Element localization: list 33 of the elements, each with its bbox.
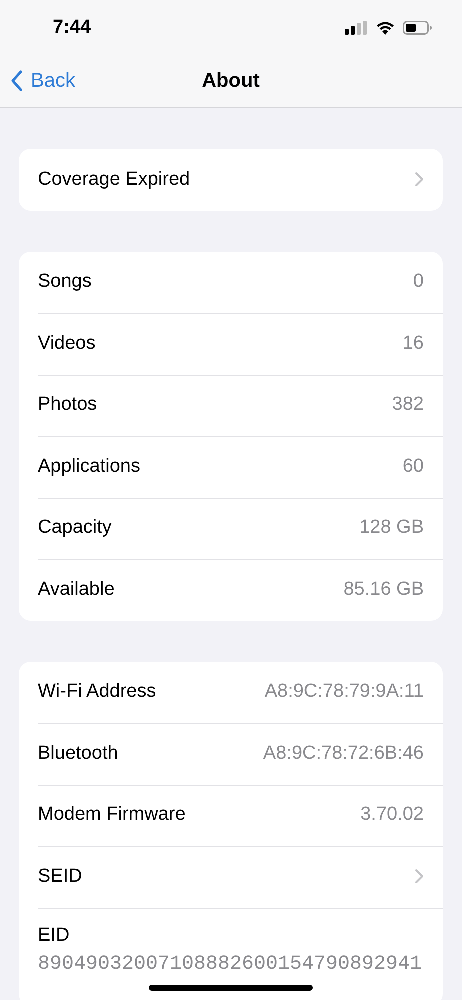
row-value: 89049032007108882600154790892941 (38, 952, 422, 976)
back-button[interactable]: Back (11, 70, 76, 92)
row-label: Modem Firmware (38, 804, 186, 826)
row-label: Coverage Expired (38, 168, 190, 191)
row-value: 382 (392, 394, 424, 416)
row-label: Available (38, 578, 115, 601)
row-label: Capacity (38, 517, 112, 540)
row-label: EID (38, 924, 70, 946)
row-label: Videos (38, 332, 96, 355)
chevron-icon (415, 172, 424, 188)
signal-icon (345, 20, 368, 34)
chevron-icon (415, 869, 424, 884)
row-label: Applications (38, 456, 140, 478)
row-value: 85.16 GB (344, 578, 424, 601)
row-label: Photos (38, 394, 98, 416)
row-value: 60 (402, 456, 424, 478)
row-label: Songs (38, 271, 92, 294)
row-value: 0 (413, 271, 424, 294)
row-label: Wi-Fi Address (38, 681, 156, 704)
page-title: About (202, 70, 260, 92)
wifi-icon (376, 20, 395, 34)
row-value: 3.70.02 (360, 804, 424, 826)
status-time: 7:44 (53, 16, 92, 38)
row-value: A8:9C:78:72:6B:46 (263, 742, 424, 765)
chevron-left-icon (11, 70, 23, 92)
row-value: 16 (402, 332, 424, 355)
row-label: Bluetooth (38, 742, 118, 765)
list-row[interactable]: SEID (19, 846, 443, 908)
row-value: A8:9C:78:79:9A:11 (264, 681, 424, 704)
row-value: 128 GB (360, 517, 424, 540)
row-label: SEID (38, 866, 82, 888)
list-row[interactable]: Coverage Expired (19, 149, 443, 210)
battery-icon (403, 20, 432, 34)
